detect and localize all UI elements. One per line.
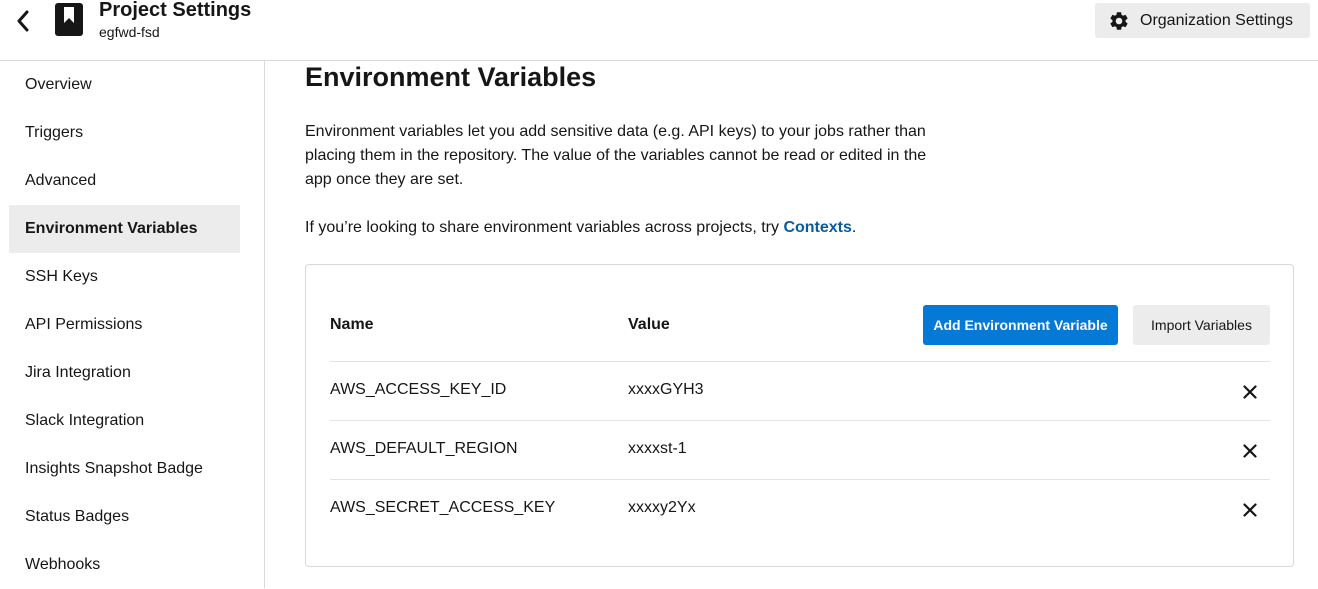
variable-name: AWS_SECRET_ACCESS_KEY <box>330 499 556 516</box>
gear-icon <box>1110 11 1128 30</box>
section-description: Environment variables let you add sensit… <box>305 123 927 188</box>
delete-variable-button[interactable] <box>1238 498 1262 522</box>
contexts-hint-text: If you’re looking to share environment v… <box>305 219 784 236</box>
variable-value: xxxxy2Yx <box>628 499 696 516</box>
variable-name: AWS_ACCESS_KEY_ID <box>330 381 507 398</box>
settings-sidebar: Overview Triggers Advanced Environment V… <box>0 61 265 588</box>
sidebar-item-advanced[interactable]: Advanced <box>9 157 240 205</box>
delete-variable-button[interactable] <box>1238 380 1262 404</box>
project-name: egfwd-fsd <box>99 24 160 40</box>
sidebar-item-insights-snapshot-badge[interactable]: Insights Snapshot Badge <box>9 445 240 493</box>
table-row: AWS_DEFAULT_REGION xxxxst-1 <box>330 420 1270 479</box>
sidebar-item-webhooks[interactable]: Webhooks <box>9 541 240 589</box>
sidebar-item-status-badges[interactable]: Status Badges <box>9 493 240 541</box>
organization-settings-button[interactable]: Organization Settings <box>1095 3 1310 38</box>
sidebar-item-slack-integration[interactable]: Slack Integration <box>9 397 240 445</box>
sidebar-item-environment-variables[interactable]: Environment Variables <box>9 205 240 253</box>
sidebar-item-api-permissions[interactable]: API Permissions <box>9 301 240 349</box>
chevron-left-icon <box>17 10 29 32</box>
sidebar-item-overview[interactable]: Overview <box>9 61 240 109</box>
sidebar-item-triggers[interactable]: Triggers <box>9 109 240 157</box>
table-row: AWS_SECRET_ACCESS_KEY xxxxy2Yx <box>330 479 1270 538</box>
bookmark-icon <box>55 3 83 36</box>
close-icon <box>1243 385 1257 399</box>
organization-settings-label: Organization Settings <box>1140 11 1293 29</box>
close-icon <box>1243 444 1257 458</box>
variable-name: AWS_DEFAULT_REGION <box>330 440 518 457</box>
page-header: Project Settings egfwd-fsd Organization … <box>0 0 1318 61</box>
table-row: AWS_ACCESS_KEY_ID xxxxGYH3 <box>330 361 1270 420</box>
variable-value: xxxxGYH3 <box>628 381 704 398</box>
contexts-hint: If you’re looking to share environment v… <box>305 216 856 240</box>
delete-variable-button[interactable] <box>1238 439 1262 463</box>
column-header-value: Value <box>628 316 670 333</box>
sidebar-item-jira-integration[interactable]: Jira Integration <box>9 349 240 397</box>
variable-value: xxxxst-1 <box>628 440 687 457</box>
import-variables-button[interactable]: Import Variables <box>1133 305 1270 345</box>
contexts-hint-suffix: . <box>851 219 857 236</box>
column-header-name: Name <box>330 316 374 333</box>
add-environment-variable-button[interactable]: Add Environment Variable <box>923 305 1118 345</box>
section-title: Environment Variables <box>305 62 597 92</box>
close-icon <box>1243 503 1257 517</box>
contexts-link[interactable]: Contexts <box>783 219 851 236</box>
back-button[interactable] <box>10 6 36 36</box>
env-vars-card: Name Value Add Environment Variable Impo… <box>305 264 1294 567</box>
sidebar-item-ssh-keys[interactable]: SSH Keys <box>9 253 240 301</box>
page-title: Project Settings <box>99 0 252 21</box>
